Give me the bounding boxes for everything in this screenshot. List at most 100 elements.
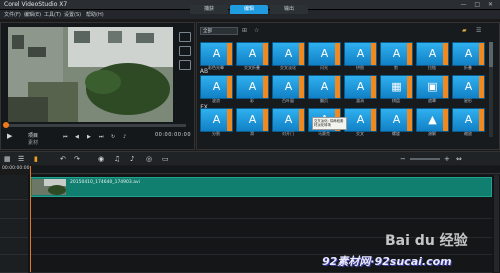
transition-glyph-icon: A: [248, 113, 257, 126]
video-track-header[interactable]: [0, 175, 28, 200]
library-scrollbar-thumb[interactable]: [489, 42, 493, 67]
view-options-icon[interactable]: ☰: [476, 27, 481, 34]
transition-thumbnail[interactable]: A: [236, 42, 269, 66]
transition-thumbnail[interactable]: A: [344, 42, 377, 66]
clip-mode-label[interactable]: 素材: [28, 139, 38, 146]
menu-edit[interactable]: 编辑(E): [24, 11, 41, 18]
redo-icon[interactable]: ↷: [74, 155, 80, 163]
timeline-view-icon[interactable]: ☰: [18, 155, 24, 163]
timeline-ruler[interactable]: [30, 166, 500, 174]
tab-edit[interactable]: 编辑: [230, 5, 268, 14]
next-frame-icon[interactable]: ▶: [87, 134, 91, 140]
favorite-icon[interactable]: ☆: [254, 27, 259, 34]
transition-thumbnail[interactable]: A: [416, 42, 449, 66]
menu-tools[interactable]: 工具(T): [44, 11, 61, 18]
transition-thumbnail[interactable]: ▦: [380, 75, 413, 99]
music-track-header[interactable]: [0, 255, 28, 273]
prev-frame-icon[interactable]: ◀: [75, 134, 79, 140]
transition-label: 遮罩: [428, 98, 436, 103]
video-clip-thumbnail: [32, 179, 66, 195]
sound-mixer-icon[interactable]: ♫: [114, 155, 120, 163]
zoom-out-icon[interactable]: −: [400, 155, 406, 163]
transition-label: 彩色光晕: [208, 65, 224, 70]
transition-glyph-icon: A: [356, 47, 365, 60]
tab-share[interactable]: 输出: [270, 5, 308, 14]
transition-glyph-icon: A: [284, 113, 293, 126]
site-watermark: 92素材网·92sucai.com: [322, 255, 452, 268]
transition-thumbnail[interactable]: A: [380, 108, 413, 132]
repeat-icon[interactable]: ↻: [111, 134, 115, 140]
motion-tracking-icon[interactable]: ◎: [146, 155, 152, 163]
preview-scrubber[interactable]: [6, 124, 186, 127]
tab-capture[interactable]: 捕获: [190, 5, 228, 14]
overlay-track[interactable]: [30, 200, 492, 219]
timeline-toolbar: ▦ ☰ ▮ ↶ ↷ ◉ ♫ ♪ ◎ ▭ − + ⇔: [0, 151, 500, 165]
preview-timecode: 00:00:00:00: [155, 132, 192, 138]
timeline-scrollbar[interactable]: [494, 175, 499, 272]
zoom-in-icon[interactable]: +: [444, 155, 450, 163]
menu-settings[interactable]: 设置(S): [64, 11, 81, 18]
video-preview: [8, 27, 173, 122]
transition-glyph-icon: A: [464, 113, 473, 126]
record-icon[interactable]: ◉: [98, 155, 104, 163]
track-manager-icon[interactable]: ▮: [34, 155, 38, 163]
snapshot-icon[interactable]: [179, 32, 191, 42]
browse-folder-icon[interactable]: ▰: [462, 27, 467, 34]
play-icon[interactable]: ▶: [7, 132, 12, 140]
transition-thumbnail[interactable]: A: [380, 42, 413, 66]
transition-glyph-icon: A: [320, 80, 329, 93]
transition-thumbnail[interactable]: A: [236, 108, 269, 132]
volume-small-icon[interactable]: ♪: [123, 134, 126, 140]
transition-glyph-icon: A: [356, 80, 365, 93]
transition-label: 螺旋: [392, 131, 400, 136]
transition-thumbnail[interactable]: A: [344, 75, 377, 99]
project-mode-label[interactable]: 项目: [28, 132, 38, 139]
transition-thumbnail[interactable]: A: [308, 75, 341, 99]
video-clip-name: 20150410_174640_174903.avi: [70, 180, 140, 185]
overlay-track-header[interactable]: [0, 200, 28, 219]
transition-thumbnail[interactable]: A: [236, 75, 269, 99]
transition-thumbnail[interactable]: A: [200, 75, 233, 99]
clip-thumbnail-image: [32, 179, 66, 195]
menu-help[interactable]: 帮助(H): [86, 11, 104, 18]
transition-thumbnail[interactable]: A: [308, 42, 341, 66]
transition-thumbnail[interactable]: A: [272, 42, 305, 66]
transition-glyph-icon: A: [392, 47, 401, 60]
auto-music-icon[interactable]: ♪: [130, 155, 134, 163]
fit-project-icon[interactable]: ⇔: [456, 155, 462, 163]
transition-label: 星形: [464, 98, 472, 103]
end-icon[interactable]: ⏭: [99, 134, 104, 140]
fullscreen-icon[interactable]: [179, 46, 191, 56]
transition-thumbnail[interactable]: A: [200, 108, 233, 132]
title-track-header[interactable]: [0, 219, 28, 238]
subtitle-editor-icon[interactable]: ▭: [162, 155, 169, 163]
transition-thumbnail[interactable]: A: [452, 42, 485, 66]
transition-thumbnail[interactable]: A: [452, 75, 485, 99]
library-category-dropdown[interactable]: 全部: [200, 27, 238, 35]
transition-thumbnail[interactable]: A: [272, 75, 305, 99]
add-folder-icon[interactable]: ⊞: [242, 27, 247, 34]
transition-thumbnail[interactable]: A: [344, 108, 377, 132]
transition-glyph-icon: ▣: [427, 80, 438, 93]
undo-icon[interactable]: ↶: [60, 155, 66, 163]
storyboard-view-icon[interactable]: ▦: [4, 155, 11, 163]
transition-thumbnail[interactable]: A: [452, 108, 485, 132]
transition-thumbnail[interactable]: ▣: [416, 75, 449, 99]
transition-thumbnail[interactable]: ▲: [416, 108, 449, 132]
home-icon[interactable]: ⏮: [63, 134, 68, 140]
transition-glyph-icon: A: [284, 80, 293, 93]
transition-thumbnail[interactable]: A: [200, 42, 233, 66]
video-frame-image: [8, 27, 173, 122]
zoom-slider[interactable]: [410, 158, 440, 160]
scrubber-knob[interactable]: [3, 122, 9, 128]
transition-thumbnail[interactable]: A: [272, 108, 305, 132]
transition-glyph-icon: A: [464, 47, 473, 60]
transition-label: 剪: [394, 65, 398, 70]
transition-glyph-icon: A: [248, 80, 257, 93]
voice-track-header[interactable]: [0, 238, 28, 255]
volume-icon[interactable]: [179, 60, 191, 70]
transition-glyph-icon: A: [320, 47, 329, 60]
timeline-playhead[interactable]: [30, 166, 31, 272]
menu-file[interactable]: 文件(F): [4, 11, 21, 18]
window-controls[interactable]: — □ ✕: [460, 1, 496, 8]
